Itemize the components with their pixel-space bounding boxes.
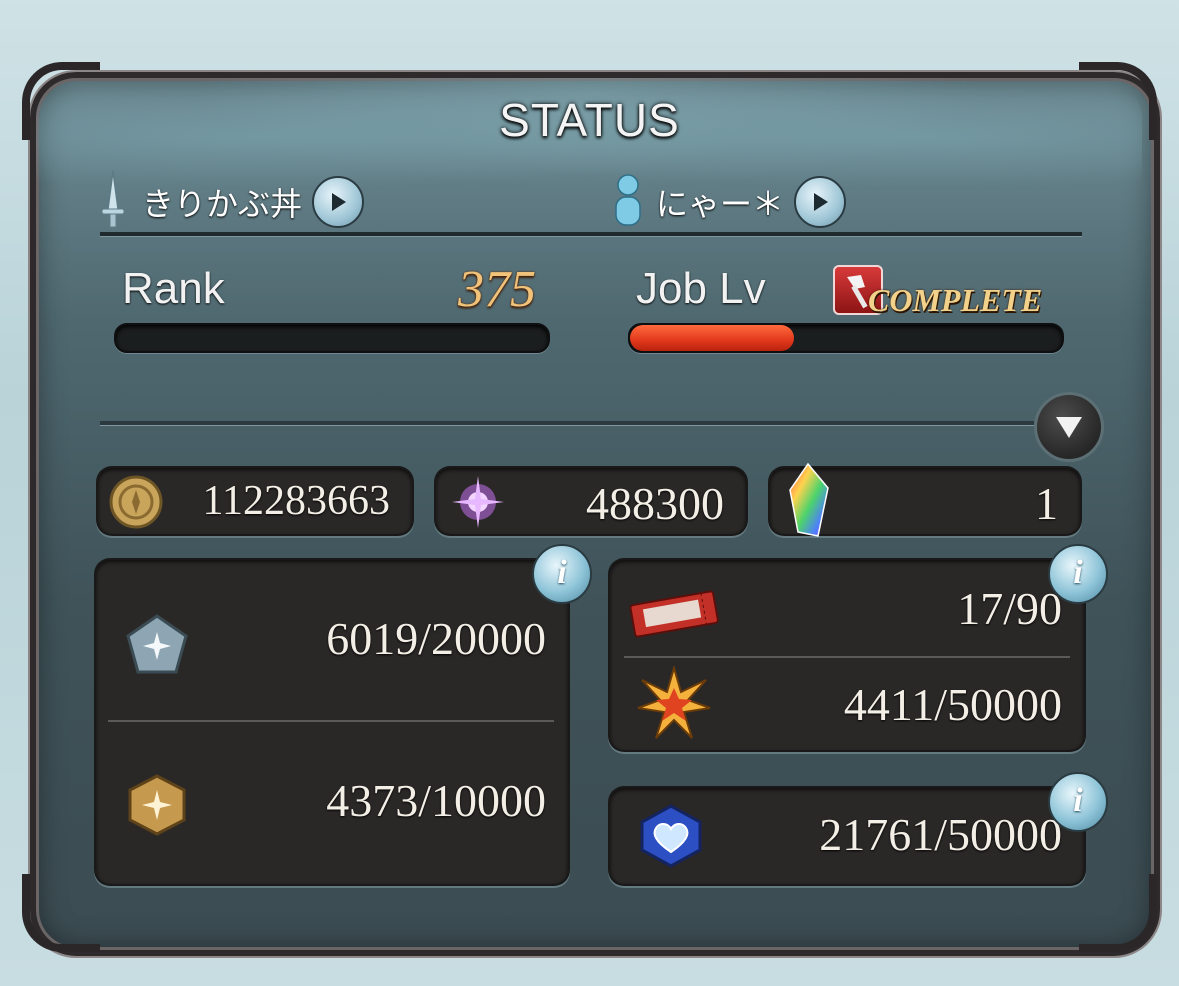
job-level-label: Job Lv (636, 264, 766, 313)
pendants-info-button[interactable]: i (532, 544, 592, 604)
sword-icon (96, 169, 130, 235)
rainbow-crystal-value: 1 (1035, 478, 1058, 529)
rupie-box: 112283663 (98, 468, 412, 534)
ticket-icon (626, 588, 722, 642)
job-progress-bar (628, 323, 1064, 353)
section-divider (100, 421, 1034, 426)
job-complete-label: COMPLETE (868, 282, 1043, 318)
crystal-sparkle-icon (448, 472, 508, 536)
honor-value: 6019/20000 (326, 613, 546, 664)
rank-progress-bar (114, 323, 550, 353)
heart-icon (638, 804, 704, 872)
player-1-play-button[interactable] (312, 176, 365, 228)
heart-info-button[interactable]: i (1048, 772, 1108, 832)
rank-label: Rank (122, 264, 225, 313)
expand-button[interactable] (1034, 392, 1104, 462)
ticket-value: 17/90 (957, 583, 1062, 634)
person-icon (612, 173, 644, 231)
chevron-down-icon (1056, 417, 1082, 438)
rupie-icon (108, 474, 164, 534)
header-divider (100, 232, 1082, 237)
pendants-divider (108, 720, 554, 722)
heart-value: 21761/50000 (819, 809, 1062, 860)
crystal-value: 488300 (586, 478, 724, 529)
play-icon (814, 193, 829, 211)
silver-pentagon-icon (124, 612, 190, 682)
resources-divider (624, 656, 1070, 658)
heart-box: 21761/50000 (610, 788, 1084, 884)
pendants-box: 6019/20000 4373/10000 (96, 560, 568, 884)
frame-corner-bottom-left (22, 874, 100, 952)
job-progress-fill (630, 325, 795, 351)
rainbow-crystal-box: 1 (770, 462, 1080, 537)
crystal-box: 488300 (436, 468, 746, 534)
player-row-2: にゃー＊ (612, 173, 847, 231)
player-row-1: きりかぶ丼 (96, 170, 365, 230)
player-2-play-button[interactable] (794, 176, 847, 228)
rupie-value: 112283663 (202, 478, 390, 524)
rank-value: 375 (458, 261, 536, 318)
play-icon (332, 193, 347, 211)
resources-info-button[interactable]: i (1048, 544, 1108, 604)
burst-value: 4411/50000 (843, 679, 1062, 730)
burst-icon (636, 664, 712, 746)
panel-title: STATUS (499, 94, 680, 146)
player-name-1: きりかぶ丼 (142, 185, 303, 223)
rainbow-crystal-icon (784, 462, 834, 544)
player-name-2: にゃー＊ (656, 185, 785, 223)
renown-value: 4373/10000 (326, 775, 546, 826)
gold-hexagon-icon (124, 772, 190, 842)
resources-box: 17/90 4411/50000 (610, 560, 1084, 750)
